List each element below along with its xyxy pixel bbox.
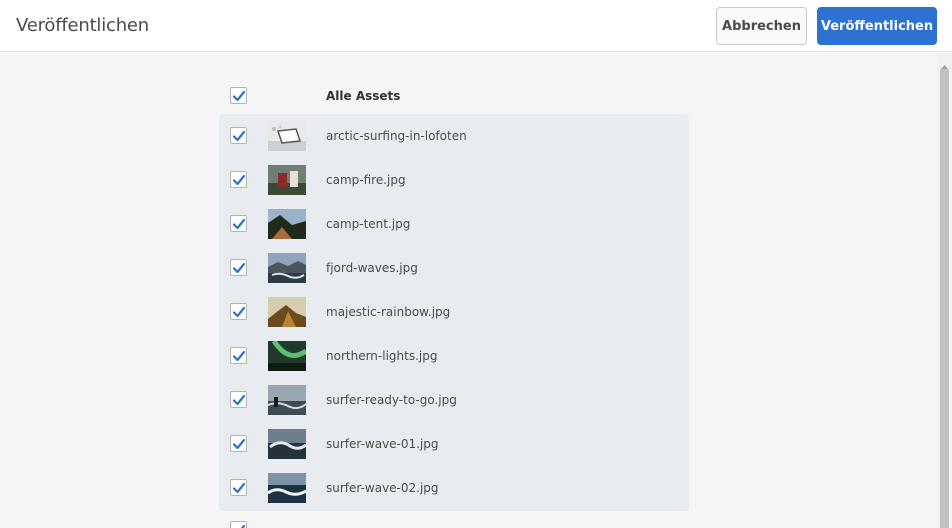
checkmark-icon — [232, 438, 246, 450]
list-item[interactable]: surfer-wave-02.jpg — [219, 466, 689, 510]
image-thumbnail — [268, 385, 306, 415]
item-checkbox[interactable] — [230, 215, 247, 232]
item-label: arctic-surfing-in-lofoten — [326, 129, 467, 143]
checkmark-icon — [232, 130, 246, 142]
scroll-up-arrow-icon[interactable] — [937, 57, 952, 69]
checkmark-icon — [232, 482, 246, 494]
item-checkbox[interactable] — [230, 479, 247, 496]
item-label: surfer-wave-01.jpg — [326, 437, 439, 451]
item-label: fjord-waves.jpg — [326, 261, 418, 275]
image-thumbnail — [268, 429, 306, 459]
list-item[interactable]: arctic-surfing-in-lofoten — [219, 114, 689, 158]
list-item[interactable]: camp-fire.jpg — [219, 158, 689, 202]
item-checkbox[interactable] — [230, 127, 247, 144]
scrollbar-thumb[interactable] — [940, 69, 949, 528]
checkmark-icon — [232, 394, 246, 406]
item-label: camp-tent.jpg — [326, 217, 411, 231]
image-thumbnail — [268, 253, 306, 283]
list-item[interactable]: surfer-ready-to-go.jpg — [219, 378, 689, 422]
select-all-checkbox[interactable] — [230, 87, 247, 104]
folder-thumbnail — [268, 121, 306, 151]
checkmark-icon — [232, 262, 246, 274]
asset-group: arctic-surfing-in-lofoten camp-fire.jpg … — [219, 114, 689, 511]
checkmark-icon — [232, 90, 246, 102]
item-label: camp-fire.jpg — [326, 173, 406, 187]
list-item[interactable]: northern-lights.jpg — [219, 334, 689, 378]
item-checkbox[interactable] — [230, 391, 247, 408]
partially-visible-row — [220, 515, 688, 528]
partial-checkbox[interactable] — [230, 521, 247, 528]
select-all-row[interactable]: Alle Assets — [220, 75, 688, 115]
list-item[interactable]: surfer-wave-01.jpg — [219, 422, 689, 466]
list-item[interactable]: camp-tent.jpg — [219, 202, 689, 246]
checkmark-icon — [232, 174, 246, 186]
asset-list-panel: Alle Assets arctic-surfing-in-lofoten ca… — [0, 53, 937, 528]
list-item[interactable]: fjord-waves.jpg — [219, 246, 689, 290]
item-label: majestic-rainbow.jpg — [326, 305, 451, 319]
image-thumbnail — [268, 473, 306, 503]
list-item[interactable]: majestic-rainbow.jpg — [219, 290, 689, 334]
image-thumbnail — [268, 209, 306, 239]
checkmark-icon — [240, 524, 246, 528]
select-all-label: Alle Assets — [326, 89, 401, 103]
item-checkbox[interactable] — [230, 303, 247, 320]
checkmark-icon — [232, 218, 246, 230]
item-label: northern-lights.jpg — [326, 349, 438, 363]
publish-button[interactable]: Veröffentlichen — [817, 7, 937, 45]
image-thumbnail — [268, 165, 306, 195]
image-thumbnail — [268, 297, 306, 327]
item-checkbox[interactable] — [230, 171, 247, 188]
item-checkbox[interactable] — [230, 435, 247, 452]
item-checkbox[interactable] — [230, 347, 247, 364]
checkmark-icon — [232, 306, 246, 318]
image-thumbnail — [268, 341, 306, 371]
item-checkbox[interactable] — [230, 259, 247, 276]
checkmark-icon — [232, 350, 246, 362]
cancel-button[interactable]: Abbrechen — [716, 7, 807, 45]
item-label: surfer-ready-to-go.jpg — [326, 393, 457, 407]
dialog-header: Veröffentlichen Abbrechen Veröffentliche… — [0, 0, 952, 52]
vertical-scrollbar[interactable] — [937, 53, 952, 528]
item-label: surfer-wave-02.jpg — [326, 481, 439, 495]
page-title: Veröffentlichen — [16, 15, 150, 36]
